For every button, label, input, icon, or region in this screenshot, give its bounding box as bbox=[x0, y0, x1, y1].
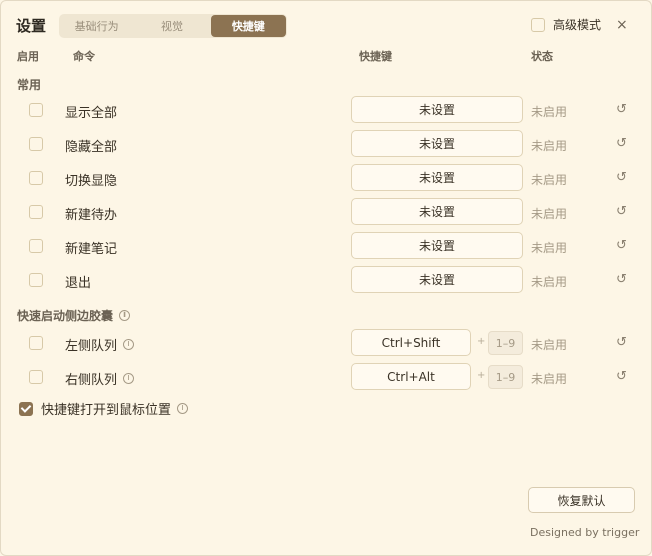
status-text: 未启用 bbox=[531, 207, 568, 221]
sidebar-shortcut-row: 右侧队列 i Ctrl+Alt + 1–9 未启用 ↺ bbox=[1, 363, 651, 391]
open-at-mouse-option[interactable]: 快捷键打开到鼠标位置 i bbox=[19, 399, 189, 418]
page-title: 设置 bbox=[16, 17, 47, 35]
tab-bar: 基础行为 视觉 快捷键 bbox=[59, 14, 287, 38]
shortcut-button[interactable]: 未设置 bbox=[351, 198, 523, 225]
info-icon[interactable]: i bbox=[177, 403, 189, 414]
enable-checkbox[interactable] bbox=[29, 239, 43, 253]
command-label: 显示全部 bbox=[65, 106, 118, 121]
reset-icon[interactable]: ↺ bbox=[616, 136, 627, 151]
info-icon[interactable]: i bbox=[119, 310, 131, 321]
column-header-enable: 启用 bbox=[17, 50, 39, 63]
shortcut-row: 隐藏全部 未设置 未启用 ↺ bbox=[1, 130, 651, 158]
status-text: 未启用 bbox=[531, 338, 568, 352]
enable-checkbox[interactable] bbox=[29, 137, 43, 151]
section-common-label: 常用 bbox=[17, 78, 42, 92]
shortcut-row: 新建笔记 未设置 未启用 ↺ bbox=[1, 232, 651, 260]
section-sidebar-label: 快速启动侧边胶囊 bbox=[17, 309, 114, 323]
reset-icon[interactable]: ↺ bbox=[616, 102, 627, 117]
reset-icon[interactable]: ↺ bbox=[616, 272, 627, 287]
enable-checkbox[interactable] bbox=[29, 103, 43, 117]
modifier-button[interactable]: Ctrl+Shift bbox=[351, 329, 471, 356]
credit-text: Designed by trigger bbox=[530, 526, 640, 539]
shortcut-row: 显示全部 未设置 未启用 ↺ bbox=[1, 96, 651, 124]
shortcut-row: 切换显隐 未设置 未启用 ↺ bbox=[1, 164, 651, 192]
advanced-mode-toggle[interactable]: 高级模式 bbox=[531, 16, 601, 33]
command-text: 右侧队列 bbox=[65, 373, 118, 388]
command-label: 右侧队列 i bbox=[65, 369, 135, 388]
shortcut-row: 新建待办 未设置 未启用 ↺ bbox=[1, 198, 651, 226]
open-at-mouse-checkbox[interactable] bbox=[19, 401, 33, 416]
command-label: 切换显隐 bbox=[65, 174, 118, 189]
shortcut-button[interactable]: 未设置 bbox=[351, 266, 523, 293]
command-label: 新建待办 bbox=[65, 208, 118, 223]
reset-icon[interactable]: ↺ bbox=[616, 170, 627, 185]
tab-shortcuts[interactable]: 快捷键 bbox=[210, 15, 286, 37]
modifier-button[interactable]: Ctrl+Alt bbox=[351, 363, 471, 390]
reset-icon[interactable]: ↺ bbox=[616, 335, 627, 350]
open-at-mouse-label: 快捷键打开到鼠标位置 bbox=[41, 403, 172, 418]
status-text: 未启用 bbox=[531, 139, 568, 153]
advanced-mode-label: 高级模式 bbox=[553, 18, 602, 32]
command-label: 左侧队列 i bbox=[65, 335, 135, 354]
command-label: 隐藏全部 bbox=[65, 140, 118, 155]
command-text: 左侧队列 bbox=[65, 339, 118, 354]
status-text: 未启用 bbox=[531, 241, 568, 255]
info-icon[interactable]: i bbox=[123, 373, 135, 384]
enable-checkbox[interactable] bbox=[29, 205, 43, 219]
number-range: 1–9 bbox=[488, 331, 523, 355]
column-header-shortcut: 快捷键 bbox=[359, 50, 392, 63]
info-icon[interactable]: i bbox=[123, 339, 135, 350]
enable-checkbox[interactable] bbox=[29, 273, 43, 287]
section-sidebar-capsule: 快速启动侧边胶囊 i bbox=[17, 307, 131, 324]
shortcut-button[interactable]: 未设置 bbox=[351, 232, 523, 259]
close-icon[interactable]: × bbox=[616, 17, 628, 33]
restore-defaults-button[interactable]: 恢复默认 bbox=[528, 487, 635, 513]
shortcut-button[interactable]: 未设置 bbox=[351, 96, 523, 123]
column-header-command: 命令 bbox=[73, 50, 95, 63]
enable-checkbox[interactable] bbox=[29, 336, 43, 350]
enable-checkbox[interactable] bbox=[29, 171, 43, 185]
status-text: 未启用 bbox=[531, 105, 568, 119]
column-header-status: 状态 bbox=[531, 50, 553, 63]
settings-window: 设置 基础行为 视觉 快捷键 高级模式 × 启用 命令 快捷键 状态 常用 显示… bbox=[0, 0, 652, 556]
reset-icon[interactable]: ↺ bbox=[616, 204, 627, 219]
reset-icon[interactable]: ↺ bbox=[616, 238, 627, 253]
sidebar-shortcut-row: 左侧队列 i Ctrl+Shift + 1–9 未启用 ↺ bbox=[1, 329, 651, 357]
enable-checkbox[interactable] bbox=[29, 370, 43, 384]
number-range: 1–9 bbox=[488, 365, 523, 389]
command-label: 新建笔记 bbox=[65, 242, 118, 257]
tab-visual[interactable]: 视觉 bbox=[134, 14, 209, 38]
status-text: 未启用 bbox=[531, 173, 568, 187]
command-label: 退出 bbox=[65, 276, 92, 291]
shortcut-button[interactable]: 未设置 bbox=[351, 164, 523, 191]
shortcut-row: 退出 未设置 未启用 ↺ bbox=[1, 266, 651, 294]
shortcut-button[interactable]: 未设置 bbox=[351, 130, 523, 157]
tab-basic-behavior[interactable]: 基础行为 bbox=[59, 14, 134, 38]
advanced-mode-checkbox[interactable] bbox=[531, 17, 545, 32]
plus-sign: + bbox=[477, 370, 486, 381]
reset-icon[interactable]: ↺ bbox=[616, 369, 627, 384]
status-text: 未启用 bbox=[531, 372, 568, 386]
section-common: 常用 bbox=[17, 76, 41, 93]
plus-sign: + bbox=[477, 336, 486, 347]
status-text: 未启用 bbox=[531, 275, 568, 289]
